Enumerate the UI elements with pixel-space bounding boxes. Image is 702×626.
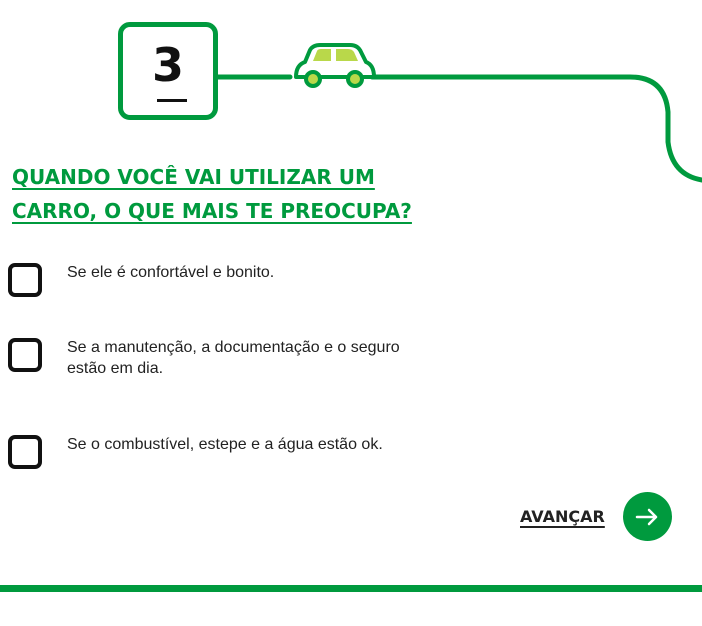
- option-1-label: Se ele é confortável e bonito.: [67, 264, 275, 281]
- next-circle-button[interactable]: [622, 492, 672, 541]
- option-2[interactable]: Se a manutenção, a documentação e o segu…: [8, 338, 448, 379]
- step-number: 3: [151, 38, 184, 92]
- checkbox-option-3[interactable]: [8, 435, 42, 469]
- checkbox-option-2[interactable]: [8, 338, 42, 372]
- question-title: QUANDO VOCÊ VAI UTILIZAR UM CARRO, O QUE…: [12, 165, 412, 223]
- next-button-label[interactable]: AVANÇAR: [520, 507, 605, 526]
- option-1[interactable]: Se ele é confortável e bonito.: [8, 263, 448, 297]
- option-3[interactable]: Se o combustível, estepe e a água estão …: [8, 435, 448, 469]
- checkbox-option-1[interactable]: [8, 263, 42, 297]
- option-2-label: Se a manutenção, a documentação e o segu…: [67, 339, 400, 377]
- next-button[interactable]: AVANÇAR: [520, 492, 672, 541]
- option-3-label: Se o combustível, estepe e a água estão …: [67, 436, 383, 453]
- arrow-right-icon: [636, 508, 658, 525]
- bottom-divider: [0, 585, 702, 592]
- step-number-underline: [157, 99, 187, 102]
- step-indicator: 3: [118, 22, 218, 120]
- car-icon: [294, 43, 376, 88]
